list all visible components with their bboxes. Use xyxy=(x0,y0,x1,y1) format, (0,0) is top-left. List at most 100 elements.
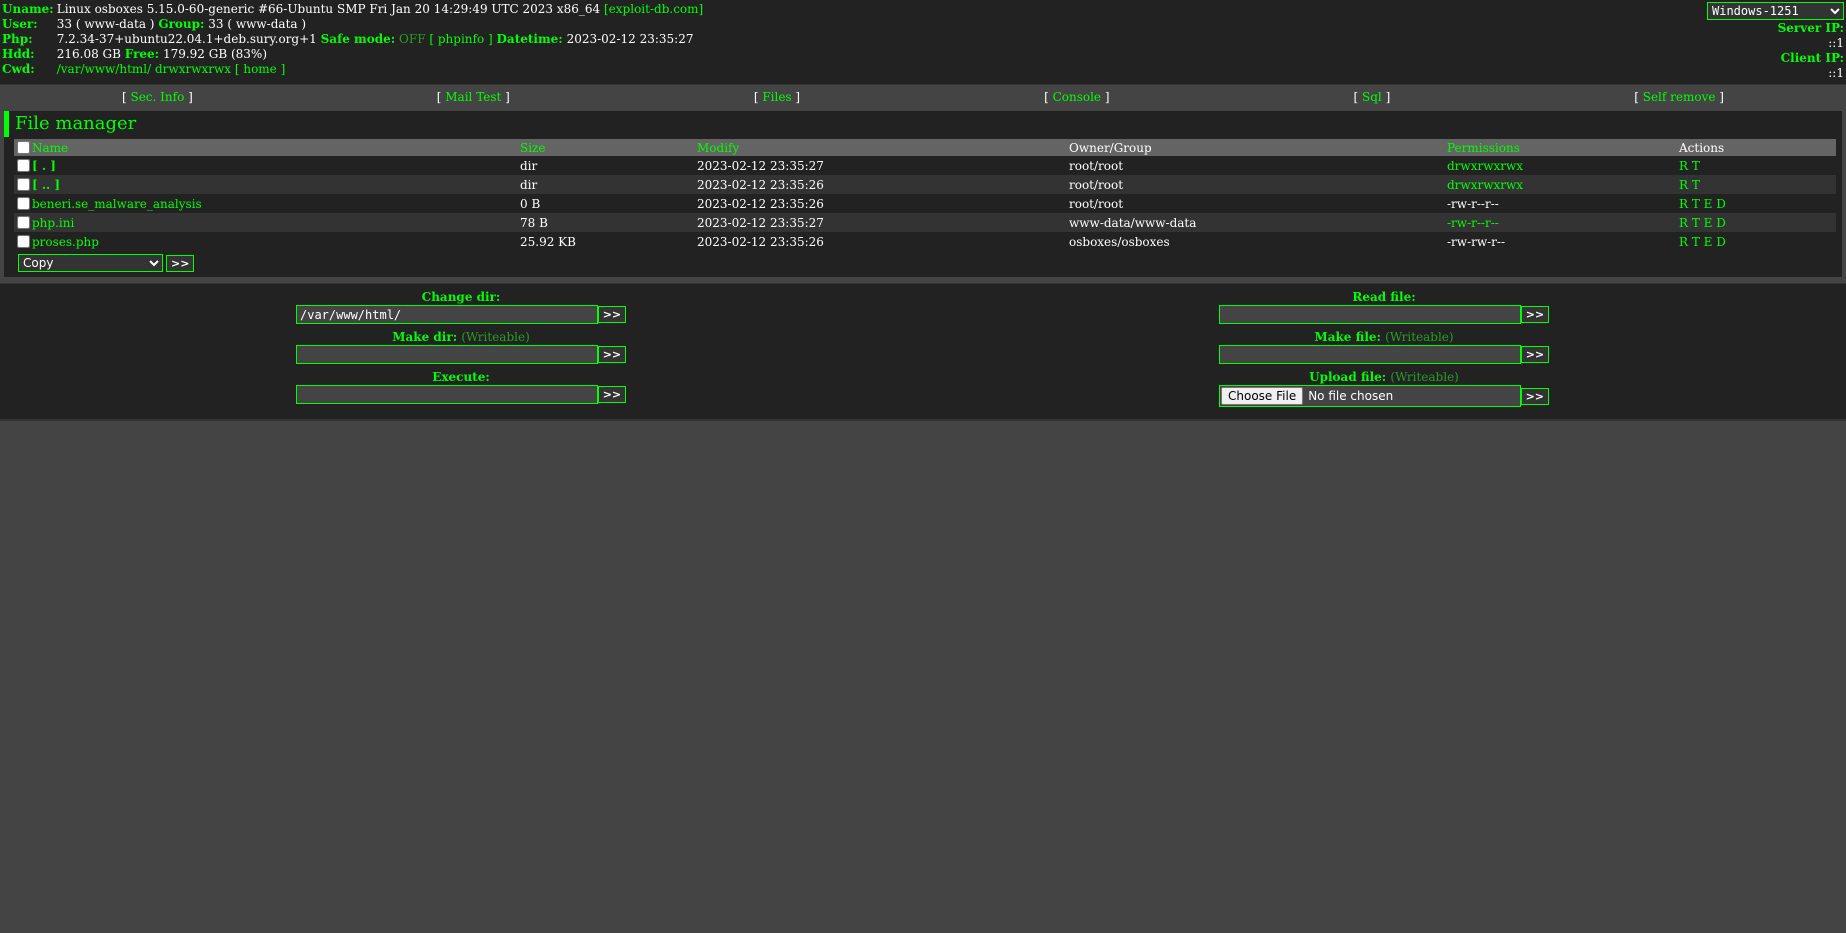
sort-by-name-link[interactable]: Name xyxy=(32,141,68,155)
exploit-db-link[interactable]: [exploit-db.com] xyxy=(604,2,703,16)
table-row: [ . ] dir 2023-02-12 23:35:27 root/root … xyxy=(14,156,1836,175)
change-dir-title: Change dir: xyxy=(421,290,501,304)
row-checkbox[interactable] xyxy=(17,177,30,191)
upload-file-submit-button[interactable]: >> xyxy=(1520,387,1549,405)
file-name-link[interactable]: [ .. ] xyxy=(32,178,60,192)
file-size: 25.92 KB xyxy=(518,232,695,251)
col-actions: Actions xyxy=(1677,139,1836,156)
safe-mode-value: OFF xyxy=(399,32,426,46)
sort-by-permissions-link[interactable]: Permissions xyxy=(1447,141,1520,155)
col-owner: Owner/Group xyxy=(1067,139,1445,156)
execute-title: Execute: xyxy=(432,370,490,384)
menu-item-sec-info: [ Sec. Info ] xyxy=(121,90,193,104)
change-dir-submit-button[interactable]: >> xyxy=(597,306,626,323)
file-permissions-link[interactable]: drwxrwxrwx xyxy=(1447,178,1523,192)
table-row: [ .. ] dir 2023-02-12 23:35:26 root/root… xyxy=(14,175,1836,194)
menu-link-mail-test[interactable]: Mail Test xyxy=(445,90,501,104)
col-name: Name xyxy=(14,139,518,156)
file-permissions-link[interactable]: drwxrwxrwx xyxy=(1447,159,1523,173)
table-header-row: Name Size Modify Owner/Group Permissions… xyxy=(14,139,1836,156)
file-name-link[interactable]: beneri.se_malware_analysis xyxy=(32,197,202,211)
make-dir-title: Make dir: xyxy=(392,330,458,344)
free-value: 179.92 GB (83%) xyxy=(162,47,268,61)
execute-form: Execute: >> xyxy=(296,370,626,404)
make-file-title: Make file: xyxy=(1314,330,1381,344)
read-file-input[interactable] xyxy=(1219,305,1521,324)
home-link[interactable]: [ home ] xyxy=(235,62,285,76)
file-actions-links[interactable]: R T xyxy=(1679,159,1700,173)
server-ip-value: ::1 xyxy=(1828,36,1844,50)
file-permissions-link[interactable]: -rw-r--r-- xyxy=(1447,216,1499,230)
free-label: Free: xyxy=(124,47,160,61)
main-menu: [ Sec. Info ] [ Mail Test ] [ Files ] [ … xyxy=(0,84,1846,109)
table-row: proses.php 25.92 KB 2023-02-12 23:35:26 … xyxy=(14,232,1836,251)
menu-link-sec-info[interactable]: Sec. Info xyxy=(130,90,184,104)
file-actions-links[interactable]: R T E D xyxy=(1679,235,1726,249)
file-owner: osboxes/osboxes xyxy=(1067,232,1445,251)
menu-link-console[interactable]: Console xyxy=(1053,90,1101,104)
menu-link-files[interactable]: Files xyxy=(762,90,791,104)
make-file-writeable-note: (Writeable) xyxy=(1385,330,1454,344)
table-row: beneri.se_malware_analysis 0 B 2023-02-1… xyxy=(14,194,1836,213)
file-upload-input[interactable]: Choose File No file chosen xyxy=(1219,385,1521,407)
right-forms-column: Read file: >> Make file: (Writeable) >> … xyxy=(1219,290,1549,413)
phpinfo-link[interactable]: [ phpinfo ] xyxy=(429,32,492,46)
row-checkbox[interactable] xyxy=(17,215,30,229)
file-owner: root/root xyxy=(1067,194,1445,213)
upload-file-title: Upload file: xyxy=(1309,370,1387,384)
bulk-action-submit-button[interactable]: >> xyxy=(166,254,195,272)
tools-forms: Change dir: >> Make dir: (Writeable) >> … xyxy=(0,283,1846,421)
make-file-input[interactable] xyxy=(1219,345,1521,364)
charset-select[interactable]: Windows-1251 xyxy=(1707,2,1844,20)
file-actions-links[interactable]: R T E D xyxy=(1679,216,1726,230)
row-checkbox[interactable] xyxy=(17,234,30,248)
file-manager-section: File manager Name Size Modify Owner/Grou… xyxy=(0,109,1846,283)
file-modified: 2023-02-12 23:35:26 xyxy=(695,175,1067,194)
make-file-submit-button[interactable]: >> xyxy=(1520,346,1549,363)
ip-info: Windows-1251 Server IP: ::1 Client IP: :… xyxy=(1707,2,1844,81)
file-table: Name Size Modify Owner/Group Permissions… xyxy=(14,139,1836,251)
row-checkbox[interactable] xyxy=(17,158,30,172)
change-dir-input[interactable] xyxy=(296,305,598,324)
file-owner: www-data/www-data xyxy=(1067,213,1445,232)
uname-label: Uname: xyxy=(2,2,54,16)
file-actions-links[interactable]: R T E D xyxy=(1679,197,1726,211)
menu-item-sql: [ Sql ] xyxy=(1353,90,1391,104)
read-file-title: Read file: xyxy=(1352,290,1416,304)
menu-link-sql[interactable]: Sql xyxy=(1362,90,1382,104)
file-name-link[interactable]: proses.php xyxy=(32,235,99,249)
make-dir-submit-button[interactable]: >> xyxy=(597,346,626,363)
file-owner: root/root xyxy=(1067,156,1445,175)
upload-file-writeable-note: (Writeable) xyxy=(1390,370,1459,384)
execute-input[interactable] xyxy=(296,385,598,404)
file-name-link[interactable]: php.ini xyxy=(32,216,74,230)
col-modify: Modify xyxy=(695,139,1067,156)
group-label: Group: xyxy=(158,17,205,31)
execute-submit-button[interactable]: >> xyxy=(597,386,626,403)
user-label: User: xyxy=(2,17,38,31)
user-value: 33 ( www-data ) xyxy=(56,17,155,31)
menu-link-self-remove[interactable]: Self remove xyxy=(1643,90,1716,104)
row-checkbox[interactable] xyxy=(17,196,30,210)
bulk-action-select[interactable]: Copy xyxy=(18,254,163,272)
header-info-panel: Uname: Linux osboxes 5.15.0-60-generic #… xyxy=(0,0,1846,84)
read-file-submit-button[interactable]: >> xyxy=(1520,306,1549,323)
make-dir-form: Make dir: (Writeable) >> xyxy=(296,330,626,364)
client-ip-value: ::1 xyxy=(1828,66,1844,80)
cwd-path-link[interactable]: /var/www/html/ xyxy=(57,62,151,76)
menu-item-mail-test: [ Mail Test ] xyxy=(436,90,510,104)
file-name-link[interactable]: [ . ] xyxy=(32,159,56,173)
table-row: php.ini 78 B 2023-02-12 23:35:27 www-dat… xyxy=(14,213,1836,232)
uname-value: Linux osboxes 5.15.0-60-generic #66-Ubun… xyxy=(56,2,601,16)
make-dir-input[interactable] xyxy=(296,345,598,364)
make-file-form: Make file: (Writeable) >> xyxy=(1219,330,1549,364)
sort-by-size-link[interactable]: Size xyxy=(520,141,545,155)
cwd-label: Cwd: xyxy=(2,62,35,76)
file-modified: 2023-02-12 23:35:27 xyxy=(695,156,1067,175)
select-all-checkbox[interactable] xyxy=(17,140,30,154)
file-actions-links[interactable]: R T xyxy=(1679,178,1700,192)
cwd-permissions: drwxrwxrwx xyxy=(155,62,232,76)
sort-by-modify-link[interactable]: Modify xyxy=(697,141,739,155)
datetime-value: 2023-02-12 23:35:27 xyxy=(566,32,694,46)
choose-file-button[interactable]: Choose File xyxy=(1221,387,1304,405)
